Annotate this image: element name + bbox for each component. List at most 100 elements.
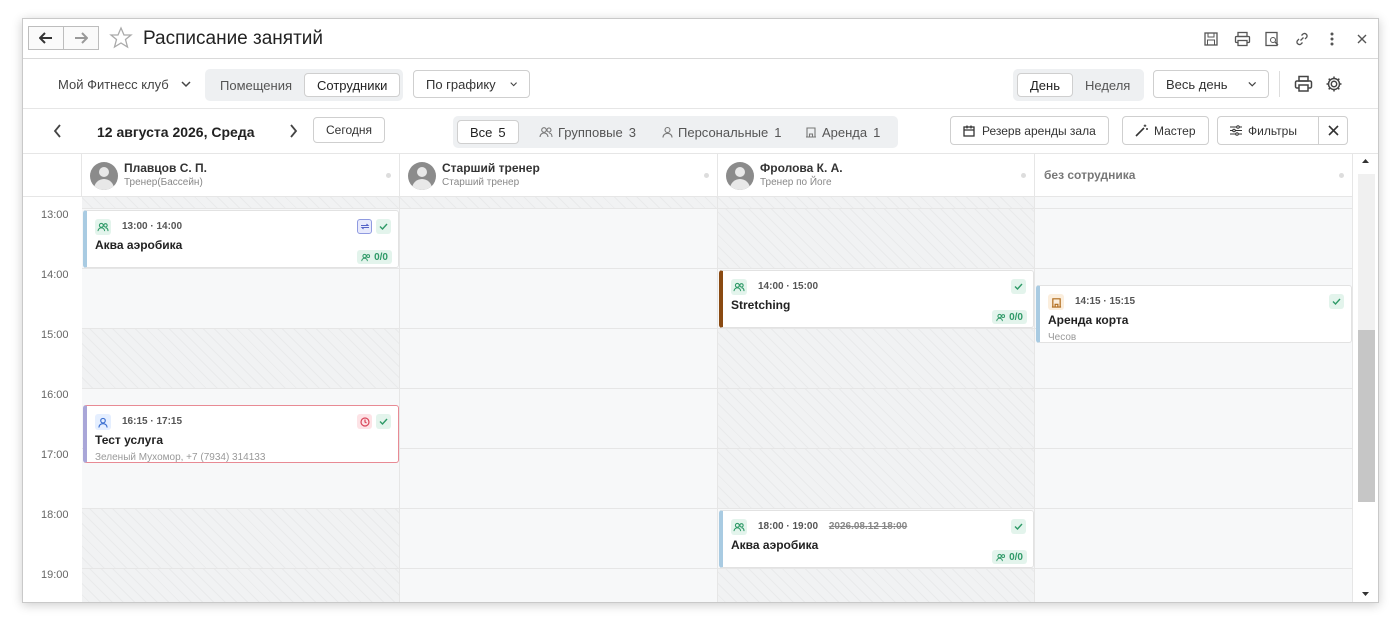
slot-cell[interactable] (400, 569, 718, 602)
slot-cell[interactable] (400, 269, 718, 329)
time-header-corner (23, 154, 82, 197)
period-week-tab[interactable]: Неделя (1073, 73, 1142, 97)
schedule-mode-label: По графику (426, 76, 496, 92)
save-icon[interactable] (1201, 29, 1221, 49)
staff-column-header[interactable]: Плавцов С. П. Тренер(Бассейн) (82, 154, 400, 197)
prev-day-icon[interactable] (53, 124, 62, 143)
avatar (726, 162, 754, 190)
time-range-select[interactable]: Весь день (1153, 70, 1269, 98)
rent-building-icon (1048, 294, 1064, 310)
slot-cell[interactable] (1035, 389, 1353, 449)
schedule-mode-select[interactable]: По графику (413, 70, 530, 98)
app-window: Расписание занятий Мой Фитнесс клуб Поме… (22, 18, 1379, 603)
staff-column-header[interactable]: Старший тренер Старший тренер (400, 154, 718, 197)
reserve-hall-button[interactable]: Резерв аренды зала (950, 116, 1109, 145)
club-select[interactable]: Мой Фитнесс клуб (58, 77, 191, 92)
staff-role: Тренер(Бассейн) (124, 177, 203, 188)
scroll-thumb[interactable] (1358, 330, 1375, 502)
event-name: Аренда корта (1048, 313, 1129, 327)
event-time: 14:00 · 15:00 (758, 281, 819, 292)
arrow-right-icon (75, 32, 88, 44)
event-card[interactable]: 13:00 · 14:00 Аква аэробика 0/0 (83, 210, 399, 268)
vertical-scrollbar[interactable] (1353, 154, 1378, 602)
event-card[interactable]: 16:15 · 17:15 Тест услуга Зеленый Мухомо… (83, 405, 399, 463)
favorite-star-icon[interactable] (109, 26, 133, 55)
slot-cell[interactable] (400, 209, 718, 269)
check-icon (1011, 519, 1026, 534)
filter-all-label: Все (470, 124, 493, 140)
slot-cell[interactable] (400, 449, 718, 509)
forward-button[interactable] (63, 26, 99, 50)
filter-group-tab[interactable]: Групповые 3 (527, 120, 648, 144)
back-button[interactable] (28, 26, 64, 50)
slot-cell[interactable] (82, 197, 400, 209)
filter-rent-tab[interactable]: Аренда 1 (793, 120, 892, 144)
slot-cell[interactable] (718, 389, 1035, 449)
filters-button[interactable]: Фильтры (1217, 116, 1348, 145)
scroll-up-icon[interactable] (1362, 158, 1369, 163)
filters-label: Фильтры (1248, 123, 1297, 138)
next-day-icon[interactable] (289, 124, 298, 143)
wizard-label: Мастер (1154, 123, 1196, 138)
slot-cell[interactable] (1035, 209, 1353, 269)
slot-cell[interactable] (718, 197, 1035, 209)
attendance-value: 0/0 (1009, 311, 1023, 323)
period-day-tab[interactable]: День (1017, 73, 1073, 97)
personal-class-icon (95, 414, 111, 430)
hour-label: 13:00 (41, 209, 69, 221)
rent-building-icon (806, 127, 816, 138)
event-name: Аква аэробика (95, 238, 183, 252)
staff-name: Плавцов С. П. (124, 161, 208, 175)
slot-cell[interactable] (1035, 569, 1353, 602)
staff-name: без сотрудника (1044, 168, 1136, 182)
slot-cell[interactable] (718, 209, 1035, 269)
slot-cell[interactable] (82, 569, 400, 602)
attendance-count: 0/0 (357, 250, 392, 264)
avatar (408, 162, 436, 190)
slot-cell[interactable] (400, 509, 718, 569)
event-client: Чесов (1048, 332, 1077, 343)
chevron-down-icon (181, 81, 191, 88)
group-class-icon (95, 219, 111, 235)
slot-cell[interactable] (718, 449, 1035, 509)
more-menu-icon[interactable] (1322, 29, 1342, 49)
preview-icon[interactable] (1262, 29, 1282, 49)
check-icon (376, 219, 391, 234)
period-toggle: День Неделя (1013, 69, 1144, 101)
slot-cell[interactable] (82, 269, 400, 329)
event-card[interactable]: 14:15 · 15:15 Аренда корта Чесов (1036, 285, 1352, 343)
hour-label: 14:00 (41, 269, 69, 281)
filter-all-tab[interactable]: Все 5 (457, 120, 519, 144)
close-window-icon[interactable] (1352, 29, 1372, 49)
settings-gear-icon[interactable] (1325, 75, 1343, 98)
view-rooms-tab[interactable]: Помещения (208, 73, 304, 97)
today-button[interactable]: Сегодня (313, 117, 385, 143)
filter-personal-label: Персональные (678, 124, 769, 140)
print-icon[interactable] (1232, 29, 1252, 49)
chevron-down-icon (510, 81, 517, 86)
slot-cell[interactable] (718, 569, 1035, 602)
slot-cell[interactable] (82, 509, 400, 569)
slot-cell[interactable] (1035, 509, 1353, 569)
link-icon[interactable] (1292, 29, 1312, 49)
title-bar: Расписание занятий (23, 19, 1378, 59)
staff-column-header[interactable]: Фролова К. А. Тренер по Йоге (718, 154, 1035, 197)
slot-cell[interactable] (82, 329, 400, 389)
staff-column-header[interactable]: без сотрудника (1035, 154, 1353, 197)
slot-cell[interactable] (400, 329, 718, 389)
view-staff-tab[interactable]: Сотрудники (304, 73, 401, 97)
clear-filters-icon[interactable] (1328, 125, 1339, 136)
event-card[interactable]: 14:00 · 15:00 Stretching 0/0 (719, 270, 1034, 328)
slot-cell[interactable] (400, 389, 718, 449)
people-icon (996, 313, 1006, 321)
print-schedule-icon[interactable] (1294, 75, 1313, 98)
filter-personal-tab[interactable]: Персональные 1 (650, 120, 793, 144)
wizard-button[interactable]: Мастер (1122, 116, 1209, 145)
slot-cell[interactable] (718, 329, 1035, 389)
event-card[interactable]: 18:00 · 19:00 2026.08.12 18:00 Аква аэро… (719, 510, 1034, 568)
attendance-value: 0/0 (1009, 551, 1023, 563)
scroll-down-icon[interactable] (1362, 592, 1369, 597)
slot-cell[interactable] (1035, 449, 1353, 509)
slot-cell[interactable] (1035, 197, 1353, 209)
slot-cell[interactable] (400, 197, 718, 209)
